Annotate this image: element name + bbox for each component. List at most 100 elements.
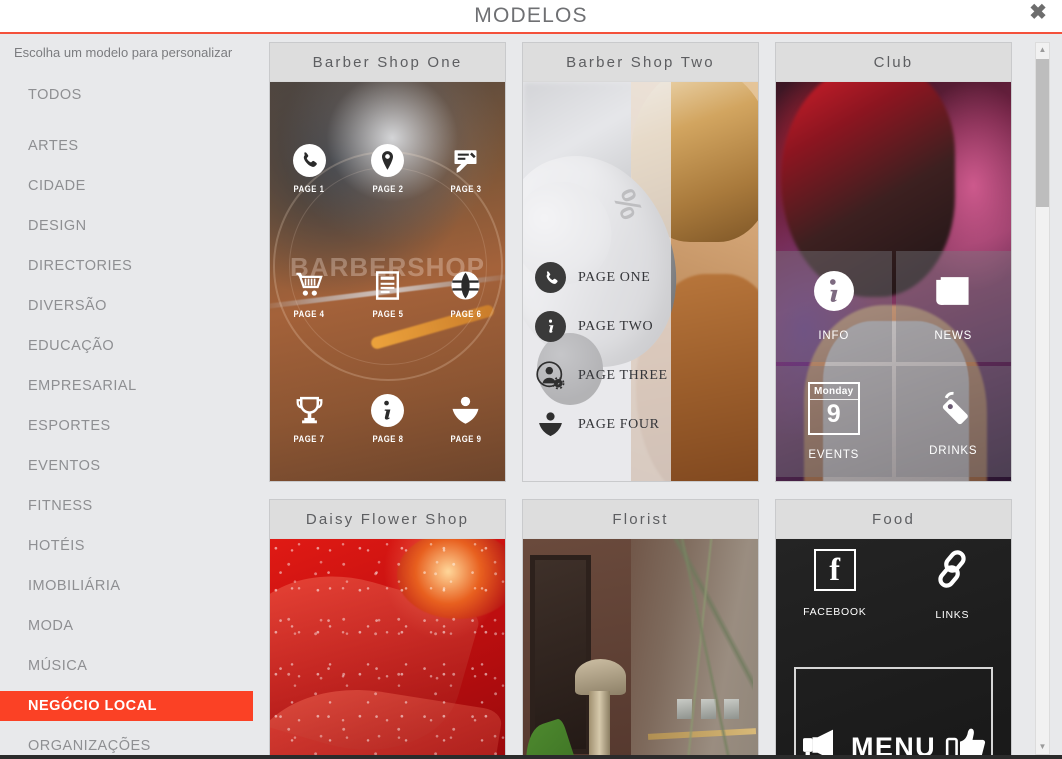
tile-page-3[interactable]: PAGE 3	[427, 144, 505, 194]
location-pin-icon	[370, 143, 404, 177]
sidebar-item-artes[interactable]: ARTES	[0, 131, 265, 161]
tile-label: LINKS	[935, 609, 970, 621]
card-preview: INFO NEWS Monday 9 EVENTS DRINKS	[776, 82, 1011, 481]
tile-label: NEWS	[934, 330, 973, 342]
tile-label: DRINKS	[929, 445, 978, 457]
modal-body: Escolha um modelo para personalizar TODO…	[0, 34, 1062, 755]
menu-item-page-two[interactable]: PAGE TWO	[535, 311, 668, 342]
open-book-icon	[449, 394, 482, 427]
tile-label: PAGE 3	[450, 183, 482, 194]
sidebar-item-eventos[interactable]: EVENTOS	[0, 451, 265, 481]
card-title: Barber Shop One	[312, 53, 463, 71]
tile-links[interactable]: LINKS	[894, 549, 1012, 661]
dry-branches	[673, 539, 754, 755]
template-card-barber-shop-one[interactable]: Barber Shop One BARBERSHOP PAGE 1 PAGE 2…	[269, 42, 506, 482]
scroll-down-icon[interactable]: ▼	[1036, 740, 1049, 754]
sidebar-item-educacao[interactable]: EDUCAÇÃO	[0, 331, 265, 361]
info-icon	[370, 393, 404, 427]
tile-label: FACEBOOK	[803, 606, 867, 618]
card-title: Food	[872, 510, 915, 528]
sidebar-item-fitness[interactable]: FITNESS	[0, 491, 265, 521]
chain-link-icon	[932, 549, 972, 594]
scroll-up-icon[interactable]: ▲	[1036, 43, 1049, 57]
menu-item-page-four[interactable]: PAGE FOUR	[535, 409, 668, 440]
sidebar-item-negocio-local[interactable]: NEGÓCIO LOCAL	[0, 691, 253, 721]
tile-drinks[interactable]: DRINKS	[895, 366, 1011, 477]
facebook-icon: f	[813, 549, 856, 591]
scrollbar-thumb[interactable]	[1036, 59, 1049, 207]
template-card-florist[interactable]: Florist	[522, 499, 759, 755]
sidebar-item-todos[interactable]: TODOS	[0, 80, 265, 110]
facebook-glyph: f	[829, 551, 841, 587]
tile-page-5[interactable]: PAGE 5	[348, 269, 426, 319]
tile-info[interactable]: INFO	[776, 251, 892, 362]
sidebar-item-esportes[interactable]: ESPORTES	[0, 411, 265, 441]
template-card-food[interactable]: Food f FACEBOOK LINKS MENU	[775, 499, 1012, 755]
calendar-date: 9	[809, 399, 858, 433]
phone-icon	[292, 143, 326, 177]
template-card-barber-shop-two[interactable]: Barber Shop Two %	[522, 42, 759, 482]
card-header: Food	[776, 500, 1011, 539]
food-tile-row: f FACEBOOK LINKS	[776, 549, 1011, 661]
card-preview: BARBERSHOP PAGE 1 PAGE 2 PAGE 3 PAGE 4 P…	[270, 82, 505, 481]
card-title: Club	[873, 53, 914, 71]
tile-page-7[interactable]: PAGE 7	[270, 394, 348, 444]
card-preview	[270, 539, 505, 755]
sidebar-item-imobiliaria[interactable]: IMOBILIÁRIA	[0, 571, 265, 601]
sidebar-item-design[interactable]: DESIGN	[0, 211, 265, 241]
tile-events[interactable]: Monday 9 EVENTS	[776, 366, 892, 477]
sidebar-item-moda[interactable]: MODA	[0, 611, 265, 641]
category-sidebar: Escolha um modelo para personalizar TODO…	[0, 34, 265, 755]
menu-item-page-one[interactable]: PAGE ONE	[535, 262, 668, 293]
close-icon[interactable]: ✖	[1026, 1, 1050, 25]
template-card-daisy-flower-shop[interactable]: Daisy Flower Shop	[269, 499, 506, 755]
club-tile-grid: INFO NEWS Monday 9 EVENTS DRINKS	[776, 251, 1011, 481]
tile-page-2[interactable]: PAGE 2	[348, 143, 426, 194]
card-header: Barber Shop Two	[523, 43, 758, 82]
shopping-cart-icon	[293, 269, 326, 302]
price-tag-icon	[933, 386, 973, 431]
menu-chalkboard[interactable]: MENU	[794, 667, 993, 755]
thumbs-up-icon	[945, 727, 987, 755]
tile-page-1[interactable]: PAGE 1	[270, 143, 348, 194]
page-icon-grid: PAGE 1 PAGE 2 PAGE 3 PAGE 4 PAGE 5 PAGE …	[270, 106, 505, 481]
tile-label: PAGE 7	[293, 433, 325, 444]
card-title: Daisy Flower Shop	[305, 510, 470, 528]
info-icon	[535, 311, 566, 342]
tile-page-4[interactable]: PAGE 4	[270, 269, 348, 319]
open-book-icon	[535, 409, 566, 440]
tile-news[interactable]: NEWS	[895, 251, 1011, 362]
tile-page-9[interactable]: PAGE 9	[427, 394, 505, 444]
phone-icon	[535, 262, 566, 293]
sidebar-item-diversao[interactable]: DIVERSÃO	[0, 291, 265, 321]
template-card-club[interactable]: Club INFO NEWS Monday 9 EVENTS DRINKS	[775, 42, 1012, 482]
tile-page-8[interactable]: PAGE 8	[348, 393, 426, 444]
menu-item-label: PAGE TWO	[578, 318, 654, 334]
vertical-scrollbar[interactable]: ▲ ▼	[1035, 42, 1050, 755]
menu-item-label: PAGE FOUR	[578, 416, 660, 432]
tile-label: PAGE 9	[450, 433, 482, 444]
trophy-icon	[293, 394, 326, 427]
sidebar-item-hoteis[interactable]: HOTÉIS	[0, 531, 265, 561]
tile-label: PAGE 5	[372, 308, 403, 319]
tile-page-6[interactable]: PAGE 6	[427, 269, 505, 319]
water-droplets	[270, 539, 505, 755]
newspaper-icon	[933, 271, 973, 316]
sidebar-item-musica[interactable]: MÚSICA	[0, 651, 265, 681]
card-preview: f FACEBOOK LINKS MENU	[776, 539, 1011, 755]
sidebar-item-empresarial[interactable]: EMPRESARIAL	[0, 371, 265, 401]
sidebar-item-directories[interactable]: DIRECTORIES	[0, 251, 265, 281]
menu-item-page-three[interactable]: PAGE THREE	[535, 360, 668, 391]
card-preview	[523, 539, 758, 755]
card-header: Barber Shop One	[270, 43, 505, 82]
card-header: Florist	[523, 500, 758, 539]
sidebar-item-organizacoes[interactable]: ORGANIZAÇÕES	[0, 731, 265, 759]
document-icon	[371, 269, 404, 302]
card-title: Barber Shop Two	[566, 53, 715, 71]
menu-item-label: PAGE THREE	[578, 367, 668, 383]
tile-label: INFO	[818, 330, 850, 342]
tile-facebook[interactable]: f FACEBOOK	[776, 549, 894, 661]
card-header: Club	[776, 43, 1011, 82]
calendar-weekday: Monday	[813, 386, 854, 397]
sidebar-item-cidade[interactable]: CIDADE	[0, 171, 265, 201]
